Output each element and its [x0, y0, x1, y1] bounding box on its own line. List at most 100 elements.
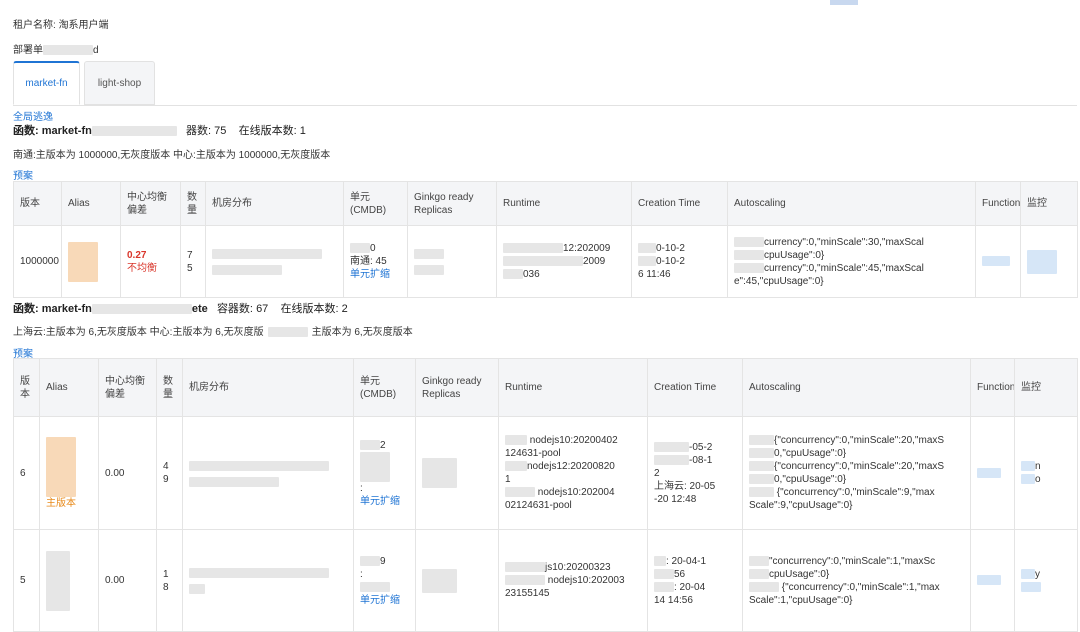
- ginkgo-cell: [407, 225, 497, 298]
- redacted-block: [734, 236, 764, 247]
- redacted-block: [638, 256, 656, 267]
- runtime-line: nodejs10:202004: [505, 486, 641, 499]
- redacted-block: [654, 581, 674, 592]
- deploy-label: 部署单: [13, 45, 43, 56]
- redacted-block: [505, 435, 527, 446]
- autoscaling-line: cpuUsage":0}: [749, 568, 964, 581]
- count-line: 7: [187, 249, 193, 261]
- creation-line: -20 12:48: [654, 493, 697, 505]
- table-row: 5 0.00 1 8 9 : 单元扩缩 js10:20200323 nodejs…: [13, 529, 1078, 632]
- autoscaling-line: {"concurrency":0,"minScale":20,"maxS: [749, 434, 964, 447]
- redacted-block: [749, 474, 774, 485]
- creation-line: : 20-04: [654, 581, 736, 594]
- redacted-block: [1021, 461, 1035, 472]
- autoscaling-value: 0,"cpuUsage":0}: [774, 474, 847, 485]
- column-header-zone: 机房分布: [182, 358, 354, 417]
- select-all-link[interactable]: 全局逃逸: [13, 108, 53, 123]
- version-cell: 5: [13, 529, 40, 632]
- autoscaling-line: {"concurrency":0,"minScale":9,"max: [749, 486, 964, 499]
- monitor-line[interactable]: n: [1021, 460, 1071, 473]
- autoscaling-line: 0,"cpuUsage":0}: [749, 447, 964, 460]
- preview-link[interactable]: 预案: [13, 167, 33, 182]
- monitor-cell: y: [1014, 529, 1078, 632]
- unit-scale-link[interactable]: 单元扩缩: [350, 268, 401, 281]
- autoscaling-line: cpuUsage":0}: [734, 249, 969, 262]
- monitor-value: n: [1035, 461, 1041, 472]
- monitor-line[interactable]: y: [1021, 568, 1071, 581]
- autoscaling-value: cpuUsage":0}: [764, 249, 825, 261]
- autoscaling-cell: "concurrency":0,"minScale":1,"maxSc cpuU…: [742, 529, 971, 632]
- creation-line: 上海云: 20-05: [654, 480, 716, 492]
- table-row: 1000000 0.27 不均衡 7 5 0 南通: 45 单元扩缩 12:20…: [13, 225, 1078, 298]
- container-label: 容器数:: [216, 303, 253, 315]
- deviation-cell: 0.00: [98, 529, 157, 632]
- autoscaling-line: "concurrency":0,"minScale":1,"maxSc: [749, 555, 964, 568]
- redacted-block: [1021, 568, 1035, 579]
- redacted-block: [360, 555, 380, 566]
- function-name-suffix: ete: [191, 303, 208, 315]
- function-summary: 南通:主版本为 1000000,无灰度版本 中心:主版本为 1000000,无灰…: [13, 150, 331, 161]
- deviation-cell: 0.27 不均衡: [120, 225, 181, 298]
- redacted-block[interactable]: [1027, 249, 1057, 274]
- autoscaling-line: {"concurrency":0,"minScale":1,"max: [749, 581, 964, 594]
- runtime-line: 12:202009: [503, 242, 625, 255]
- redacted-block: [654, 441, 689, 452]
- autoscaling-line: {"concurrency":0,"minScale":20,"maxS: [749, 460, 964, 473]
- count-cell: 1 8: [156, 529, 183, 632]
- creation-value: -08-1: [689, 454, 713, 466]
- unit-scale-link[interactable]: 单元扩缩: [360, 495, 409, 508]
- creation-value: : 20-04-1: [666, 555, 707, 567]
- tab-market-fn[interactable]: market-fn: [13, 61, 80, 105]
- tab-light-shop[interactable]: light-shop: [84, 61, 155, 105]
- column-header-alias: Alias: [39, 358, 99, 417]
- redacted-block: [503, 256, 583, 267]
- container-count: 67: [256, 303, 269, 315]
- runtime-line: 124631-pool: [505, 448, 561, 459]
- creation-value: 0-10-2: [656, 256, 685, 267]
- creation-line: -08-1: [654, 454, 736, 467]
- table-row: 6 主版本 0.00 4 9 2 : 单元扩缩 nodejs10:2020040…: [13, 416, 1078, 530]
- column-header-count: 数量: [180, 181, 206, 226]
- redacted-block: [360, 451, 390, 482]
- runtime-line: nodejs10:202003: [505, 574, 641, 587]
- unit-cell: 9 : 单元扩缩: [353, 529, 416, 632]
- runtime-cell: 12:202009 2009 036: [496, 225, 632, 298]
- redacted-block: [360, 439, 380, 450]
- autoscaling-value: currency":0,"minScale":45,"maxScal: [764, 262, 924, 274]
- alias-tail: 主版本: [46, 497, 76, 509]
- redacted-block: [1021, 474, 1035, 485]
- redacted-block: [505, 575, 545, 586]
- column-header-zone: 机房分布: [205, 181, 344, 226]
- redacted-block: [505, 487, 535, 498]
- function-name: market-fn: [41, 125, 92, 137]
- runtime-value: 12:202009: [563, 243, 611, 254]
- monitor-value: y: [1035, 568, 1040, 580]
- autoscaling-cell: currency":0,"minScale":30,"maxScal cpuUs…: [727, 225, 976, 298]
- runtime-line: 1: [505, 474, 511, 485]
- count-line: 9: [163, 474, 169, 485]
- unit-scale-link[interactable]: 单元扩缩: [360, 594, 409, 607]
- redacted-block: [43, 45, 93, 56]
- redacted-block: [749, 555, 769, 566]
- monitor-cell: n o: [1014, 416, 1078, 530]
- unit-line: [360, 581, 409, 594]
- online-count: 2: [341, 303, 348, 315]
- column-header-deviation: 中心均衡偏差: [120, 181, 181, 226]
- redacted-block: [189, 476, 279, 487]
- monitor-line[interactable]: o: [1021, 473, 1071, 486]
- function-summary: 上海云:主版本为 6,无灰度版本 中心:主版本为 6,无灰度版 主版本为 6,无灰…: [13, 323, 413, 338]
- function-label: 函数:: [13, 303, 39, 315]
- runtime-cell: nodejs10:20200402 124631-pool nodejs12:2…: [498, 416, 648, 530]
- summary-part: 上海云:主版本为 6,无灰度版本 中心:主版本为 6,无灰度版: [13, 327, 264, 338]
- redacted-block: [654, 454, 689, 465]
- autoscaling-value: 0,"cpuUsage":0}: [774, 448, 847, 459]
- creation-line: 2: [654, 467, 660, 479]
- creation-line: 56: [654, 568, 736, 581]
- function-label: 函数:: [13, 125, 39, 137]
- function-cell: [975, 225, 1021, 298]
- monitor-line[interactable]: [1021, 581, 1071, 594]
- deploy-suffix: d: [93, 45, 99, 56]
- redacted-block: [654, 568, 674, 579]
- deviation-status: 不均衡: [127, 262, 157, 274]
- runtime-value: nodejs10:20200402: [529, 435, 618, 446]
